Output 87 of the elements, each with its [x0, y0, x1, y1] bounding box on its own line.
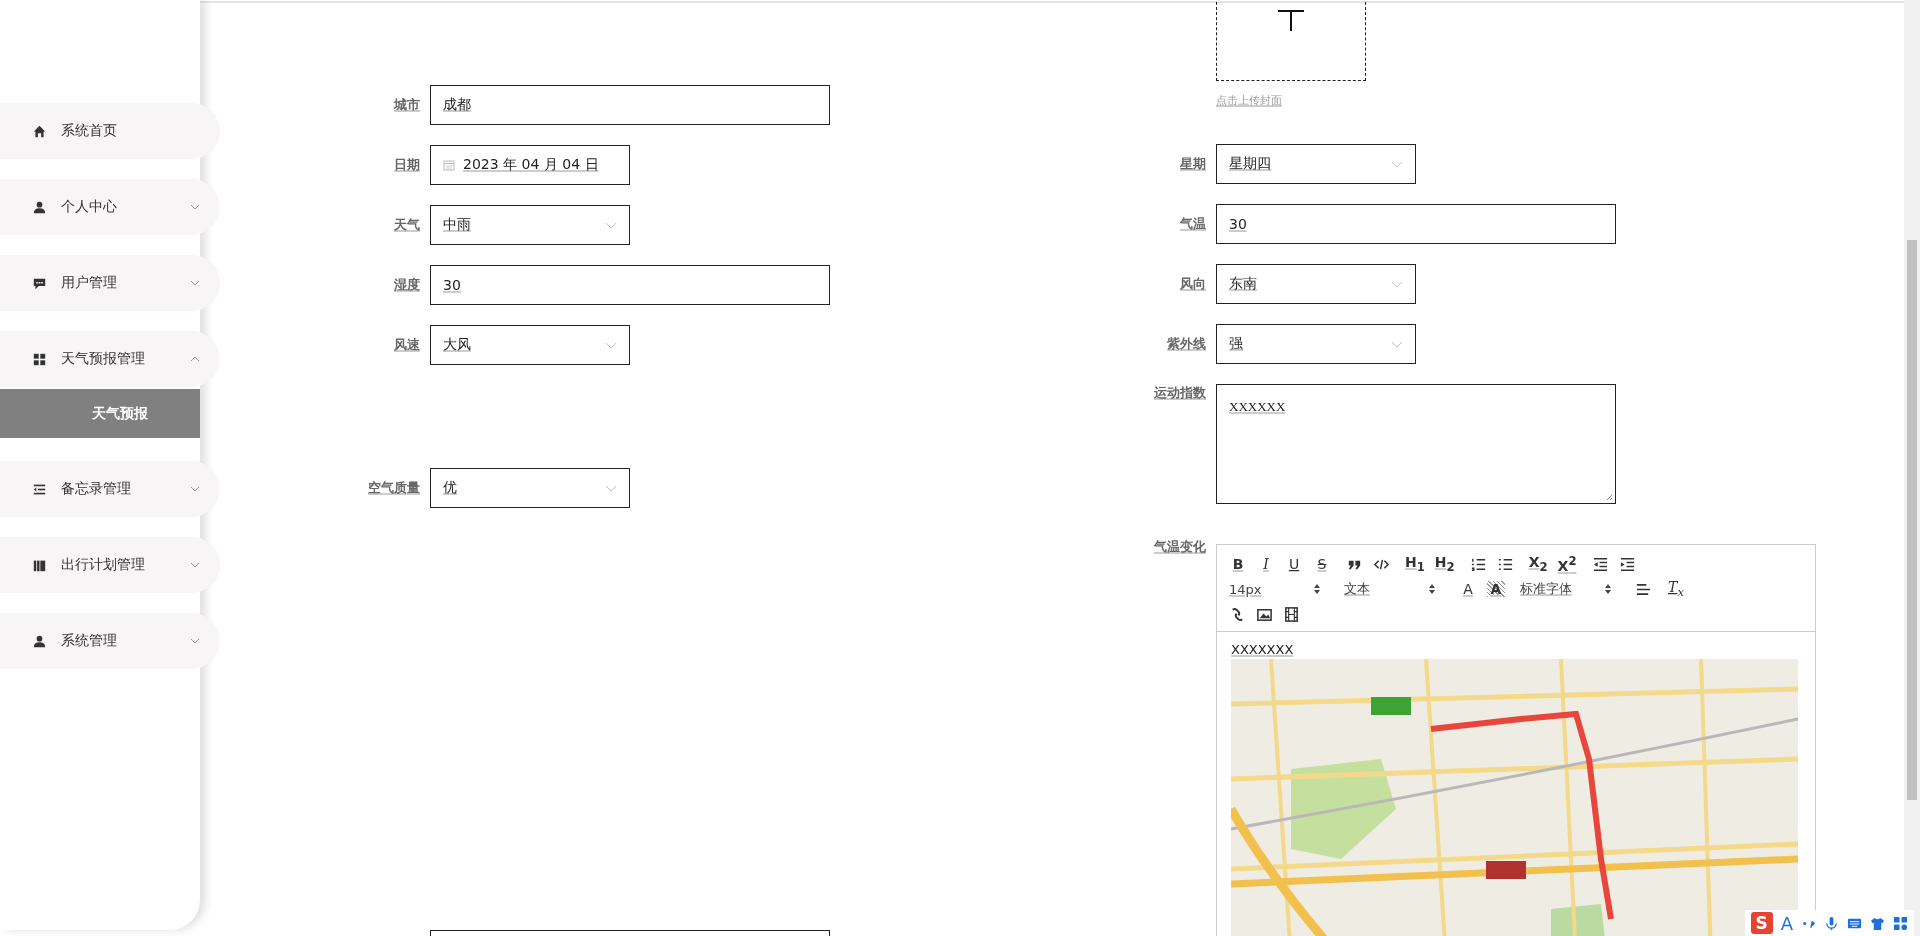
book-icon: [33, 558, 46, 572]
chevron-icon: [190, 204, 200, 210]
editor-text: XXXXXXX: [1231, 642, 1295, 657]
field-label: 日期: [393, 156, 421, 174]
select-field[interactable]: 大风: [430, 325, 630, 365]
field-label: 风向: [1179, 275, 1207, 293]
toolbar-select[interactable]: 文本: [1344, 580, 1436, 598]
select-field[interactable]: 东南: [1216, 264, 1416, 304]
menu-item[interactable]: 备忘录管理: [0, 461, 220, 517]
sort-arrows-icon: [1313, 583, 1321, 595]
chat-icon: [33, 276, 46, 290]
select-field[interactable]: 强: [1216, 324, 1416, 364]
chevron-icon: [190, 562, 200, 568]
menu-label: 系统首页: [61, 122, 118, 140]
field-label: 气温: [1179, 215, 1207, 233]
scrollbar[interactable]: [1904, 0, 1920, 936]
upload-caption: 点击上传封面: [1216, 93, 1283, 108]
menu-label: 天气预报管理: [61, 350, 146, 368]
field-label: 星期: [1179, 155, 1207, 173]
microphone-icon[interactable]: [1824, 915, 1839, 931]
field-label: 城市: [392, 96, 421, 114]
select-field[interactable]: 优: [430, 468, 630, 508]
menu-label: 用户管理: [61, 274, 118, 292]
date-field[interactable]: 2023 年 04 月 04 日: [430, 145, 630, 185]
video-icon[interactable]: [1283, 605, 1300, 623]
select-field[interactable]: 星期四: [1216, 144, 1416, 184]
user-icon: [33, 200, 46, 214]
bold-button[interactable]: B: [1229, 556, 1247, 572]
text-field[interactable]: 30: [430, 265, 830, 305]
indent-icon[interactable]: [1618, 555, 1636, 573]
user-icon: [33, 634, 46, 648]
menu-item[interactable]: 天气预报管理: [0, 331, 220, 387]
field-label: 运动指数: [1153, 384, 1207, 402]
italic-button[interactable]: I: [1257, 556, 1275, 572]
menu-item[interactable]: 个人中心: [0, 179, 220, 235]
menu-item[interactable]: 系统管理: [0, 613, 220, 669]
clear-format-button[interactable]: T$_{x}$: [1667, 579, 1685, 599]
sort-arrows-icon: [1428, 583, 1436, 595]
toolbar-select[interactable]: 标准字体: [1520, 580, 1612, 598]
font-color-button[interactable]: A: [1459, 581, 1477, 597]
text-field[interactable]: 成都: [430, 85, 830, 125]
text-area[interactable]: XXXXXX: [1216, 384, 1616, 504]
resize-handle-icon[interactable]: [1605, 493, 1613, 501]
home-icon: [33, 124, 46, 138]
chevron-icon: [1391, 160, 1403, 168]
menu-label: 备忘录管理: [61, 480, 132, 498]
field-label: 气温变化: [1153, 538, 1207, 556]
chevron-icon: [605, 221, 617, 229]
menu-label: 个人中心: [61, 198, 118, 216]
menu-item[interactable]: 出行计划管理: [0, 537, 220, 593]
chevron-icon: [190, 280, 200, 286]
chevron-icon: [1391, 280, 1403, 288]
ime-logo[interactable]: S: [1750, 912, 1773, 934]
sort-arrows-icon: [1604, 583, 1612, 595]
field-label: 风速: [393, 336, 421, 354]
list-icon: [33, 482, 46, 496]
heading-button[interactable]: H$_{2}$: [1434, 554, 1455, 574]
grid-icon[interactable]: [1893, 915, 1908, 931]
outdent-icon[interactable]: [1591, 555, 1609, 573]
field-label: 紫外线: [1166, 335, 1207, 353]
toolbar-select[interactable]: 14px: [1229, 581, 1321, 597]
chevron-icon: [1391, 340, 1403, 348]
chevron-icon: [190, 486, 200, 492]
field-label: 空气质量: [367, 479, 421, 497]
menu-label: 出行计划管理: [61, 556, 146, 574]
submenu-item[interactable]: 天气预报: [0, 389, 200, 438]
field-label: 湿度: [393, 276, 421, 294]
chevron-icon: [605, 484, 617, 492]
ime-mode[interactable]: A: [1780, 912, 1793, 934]
script-button[interactable]: X$_{2}$: [1528, 554, 1548, 574]
select-field[interactable]: 中雨: [430, 205, 630, 245]
heading-button[interactable]: H$_{1}$: [1405, 554, 1425, 574]
shirt-icon[interactable]: [1870, 915, 1885, 931]
text-field[interactable]: 30: [1216, 204, 1616, 244]
chevron-icon: [190, 356, 200, 362]
calendar-icon: [443, 159, 455, 171]
menu-item[interactable]: 用户管理: [0, 255, 220, 311]
underline-button[interactable]: U: [1285, 556, 1303, 572]
background-color-button[interactable]: A: [1487, 581, 1505, 597]
chevron-icon: [190, 638, 200, 644]
chevron-icon: [605, 341, 617, 349]
field-label: 天气: [393, 216, 421, 234]
menu-label: 系统管理: [61, 632, 118, 650]
menu-item[interactable]: 系统首页: [0, 103, 220, 159]
strikethrough-button[interactable]: S: [1313, 556, 1331, 572]
script-button[interactable]: X$^{2}$: [1557, 554, 1577, 574]
grid-icon: [33, 352, 46, 366]
